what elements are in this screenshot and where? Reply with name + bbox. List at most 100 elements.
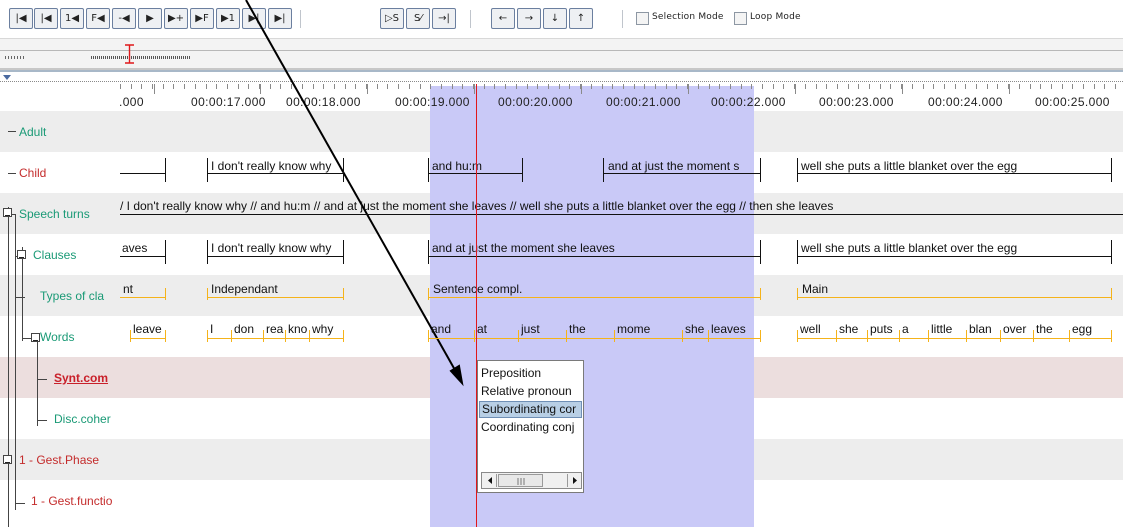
- word-annotation[interactable]: at: [477, 322, 517, 336]
- tier-speech-turns-label[interactable]: Speech turns: [19, 207, 90, 221]
- scroll-left-arrow-icon[interactable]: [483, 474, 497, 487]
- annotation-baseline: [207, 297, 344, 298]
- child-annotation[interactable]: and at just the moment s: [608, 159, 758, 173]
- word-annotation[interactable]: the: [569, 322, 613, 336]
- scroll-right-arrow-icon[interactable]: [567, 474, 581, 487]
- previous-annotation-button[interactable]: ←: [491, 8, 515, 29]
- word-annotation[interactable]: over: [1003, 322, 1032, 336]
- annotation-down-button[interactable]: ↓: [543, 8, 567, 29]
- word-annotation[interactable]: puts: [870, 322, 898, 336]
- ruler-minor-tick: [173, 84, 174, 89]
- toggle-crosshair-button[interactable]: →|: [432, 8, 456, 29]
- word-annotation[interactable]: little: [931, 322, 965, 336]
- tier-disc-coher-label[interactable]: Disc.coher: [54, 412, 111, 426]
- scroll-thumb[interactable]: [498, 474, 543, 487]
- previous-pixel-button[interactable]: F◀: [86, 8, 110, 29]
- words-expand-icon[interactable]: [31, 333, 40, 342]
- word-annotation[interactable]: and: [431, 322, 473, 336]
- selection-mode-checkbox[interactable]: [636, 12, 649, 25]
- tier-clauses-label[interactable]: Clauses: [33, 248, 76, 262]
- child-annotation[interactable]: I don't really know why: [211, 159, 343, 173]
- vocabulary-option[interactable]: Subordinating cor: [479, 401, 582, 418]
- tier-words-label[interactable]: Words: [40, 330, 74, 344]
- clause-annotation[interactable]: aves: [122, 241, 162, 255]
- ruler-minor-tick: [612, 84, 613, 89]
- tier-types-of-clauses-label[interactable]: Types of cla: [40, 289, 104, 303]
- time-ruler[interactable]: .000 00:00:17.000 00:00:18.000 00:00:19.000…: [0, 84, 1123, 112]
- annotation-up-button[interactable]: ↑: [569, 8, 593, 29]
- word-annotation[interactable]: I: [210, 322, 230, 336]
- word-annotation[interactable]: she: [685, 322, 707, 336]
- next-frame-button[interactable]: ▶1: [216, 8, 240, 29]
- tier-synt-com-label[interactable]: Synt.com: [54, 371, 108, 385]
- ruler-minor-tick: [1062, 84, 1063, 89]
- ruler-minor-tick: [848, 84, 849, 89]
- word-annotation[interactable]: don: [234, 322, 262, 336]
- annotation-boundary: [1000, 330, 1001, 342]
- go-to-begin-button[interactable]: |◀: [9, 8, 33, 29]
- ruler-minor-tick: [912, 84, 913, 89]
- play-selection-button[interactable]: ▷S: [380, 8, 404, 29]
- clause-type-annotation[interactable]: Main: [802, 282, 862, 296]
- ruler-minor-tick: [216, 84, 217, 89]
- gest-phase-expand-icon[interactable]: [3, 455, 12, 464]
- annotation-baseline: [207, 338, 231, 339]
- clause-annotation[interactable]: well she puts a little blanket over the …: [801, 241, 1106, 255]
- ruler-major-tick: [260, 84, 261, 94]
- annotation-boundary: [231, 330, 232, 342]
- tier-gest-function-label[interactable]: 1 - Gest.functio: [31, 494, 112, 508]
- word-annotation[interactable]: blan: [969, 322, 999, 336]
- clear-selection-button[interactable]: S⁄: [406, 8, 430, 29]
- previous-second-button[interactable]: -◀: [112, 8, 136, 29]
- word-annotation[interactable]: leave: [133, 322, 164, 336]
- ruler-major-tick: [474, 84, 475, 94]
- child-annotation[interactable]: well she puts a little blanket over the …: [801, 159, 1106, 173]
- previous-frame-button[interactable]: 1◀: [60, 8, 84, 29]
- annotation-baseline: [428, 297, 760, 298]
- clause-annotation[interactable]: and at just the moment she leaves: [432, 241, 752, 255]
- splitter[interactable]: [0, 70, 1123, 72]
- word-annotation[interactable]: just: [521, 322, 565, 336]
- tier-adult-label[interactable]: Adult: [19, 125, 46, 139]
- word-annotation[interactable]: the: [1036, 322, 1068, 336]
- loop-mode-checkbox[interactable]: [734, 12, 747, 25]
- play-pause-button[interactable]: ▶: [138, 8, 162, 29]
- word-annotation[interactable]: kno: [288, 322, 308, 336]
- word-annotation[interactable]: egg: [1072, 322, 1110, 336]
- clause-type-annotation[interactable]: Independant: [211, 282, 331, 296]
- word-annotation[interactable]: leaves: [711, 322, 759, 336]
- annotation-boundary: [165, 330, 166, 342]
- next-second-button[interactable]: ▶+: [164, 8, 188, 29]
- tier-child-label[interactable]: Child: [19, 166, 46, 180]
- word-annotation[interactable]: a: [902, 322, 927, 336]
- annotation-baseline: [518, 338, 566, 339]
- clauses-expand-icon[interactable]: [17, 250, 26, 259]
- word-annotation[interactable]: why: [312, 322, 342, 336]
- clause-type-annotation[interactable]: Sentence compl.: [433, 282, 533, 296]
- speech-turn-annotation[interactable]: / I don't really know why // and hu:m //…: [120, 199, 1123, 213]
- next-scrollview-button[interactable]: ▶|: [242, 8, 266, 29]
- word-annotation[interactable]: she: [839, 322, 866, 336]
- vocabulary-option[interactable]: Relative pronoun: [479, 383, 582, 400]
- dotted-divider: [0, 81, 1123, 82]
- clause-annotation[interactable]: I don't really know why: [211, 241, 343, 255]
- next-annotation-button[interactable]: →: [517, 8, 541, 29]
- tier-gest-phase-label[interactable]: 1 - Gest.Phase: [19, 453, 99, 467]
- word-annotation[interactable]: mome: [617, 322, 681, 336]
- word-annotation[interactable]: well: [800, 322, 835, 336]
- speech-turns-expand-icon[interactable]: [3, 208, 12, 217]
- annotation-boundary: [165, 288, 166, 300]
- time-cursor-icon[interactable]: [125, 44, 134, 64]
- next-pixel-button[interactable]: ▶F: [190, 8, 214, 29]
- toolbar-separator: [470, 10, 471, 28]
- vocabulary-option[interactable]: Preposition: [479, 365, 582, 382]
- signal-overview[interactable]: [0, 38, 1123, 70]
- clause-type-annotation[interactable]: nt: [123, 282, 153, 296]
- ruler-minor-tick: [602, 84, 603, 89]
- go-to-end-button[interactable]: ▶|: [268, 8, 292, 29]
- word-annotation[interactable]: real: [266, 322, 284, 336]
- vocabulary-option[interactable]: Coordinating conj: [479, 419, 582, 436]
- popup-horizontal-scrollbar[interactable]: [481, 472, 582, 489]
- collapse-arrow-icon[interactable]: [3, 75, 11, 80]
- previous-scrollview-button[interactable]: |◀: [34, 8, 58, 29]
